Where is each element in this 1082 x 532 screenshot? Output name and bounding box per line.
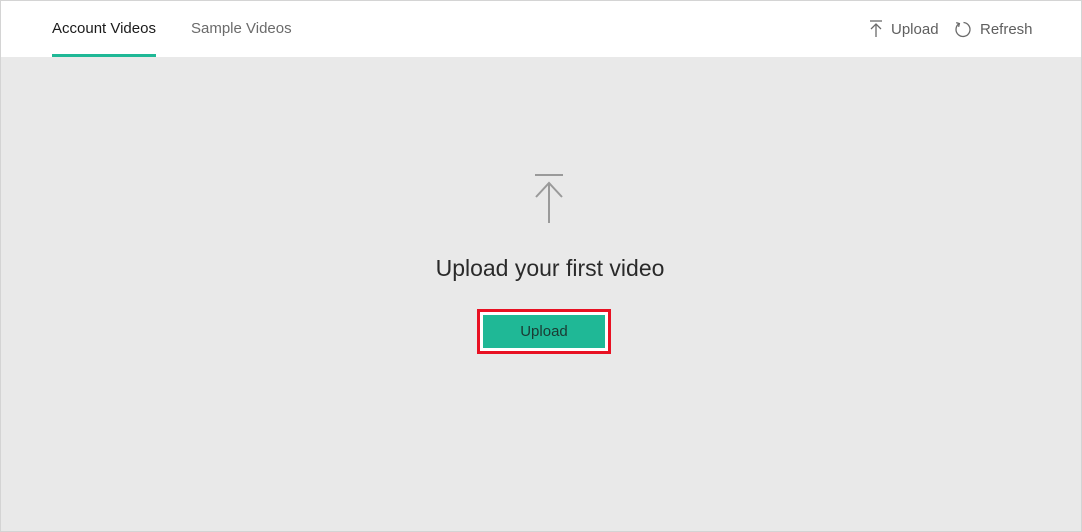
tab-account-videos-label: Account Videos (52, 19, 156, 37)
highlight-box: Upload (477, 309, 611, 354)
toolbar-upload-label: Upload (891, 20, 939, 38)
header-bar: Account Videos Sample Videos Upload Refr… (1, 1, 1081, 57)
tab-account-videos[interactable]: Account Videos (52, 1, 156, 57)
upload-icon (532, 173, 566, 230)
upload-icon (868, 19, 884, 39)
refresh-icon (954, 20, 973, 39)
toolbar-refresh-button[interactable]: Refresh (954, 1, 1033, 57)
upload-button[interactable]: Upload (483, 315, 605, 348)
empty-state-title: Upload your first video (435, 255, 665, 281)
toolbar-refresh-label: Refresh (980, 20, 1033, 38)
tab-sample-videos-label: Sample Videos (191, 19, 292, 37)
video-library-panel: Account Videos Sample Videos Upload Refr… (0, 0, 1082, 532)
tab-sample-videos[interactable]: Sample Videos (191, 1, 292, 57)
toolbar-upload-button[interactable]: Upload (868, 1, 939, 57)
